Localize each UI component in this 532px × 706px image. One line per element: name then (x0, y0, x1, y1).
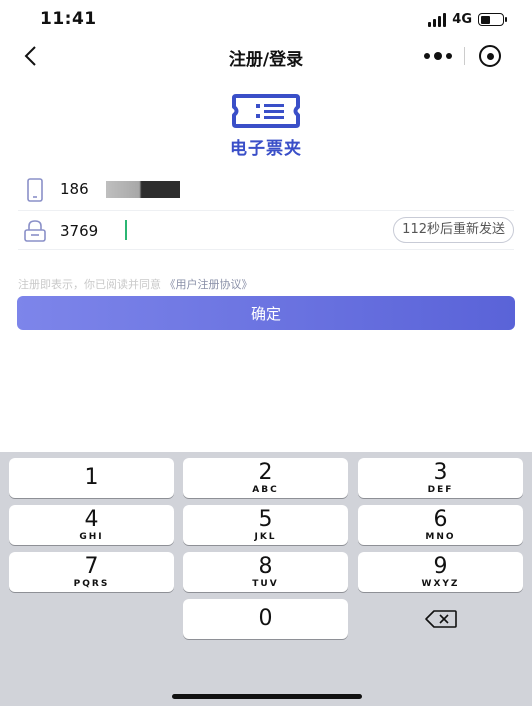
key-0[interactable]: 0 (183, 599, 348, 639)
status-bar: 11:41 4G (0, 0, 532, 40)
user-agreement-link[interactable]: 《用户注册协议》 (165, 278, 253, 291)
agreement-text: 注册即表示，你已阅读并同意 (18, 278, 161, 291)
phone-number-redaction (106, 181, 180, 198)
agreement-notice: 注册即表示，你已阅读并同意 《用户注册协议》 (18, 276, 253, 292)
phone-number-field[interactable]: 186 (60, 180, 89, 198)
key-2[interactable]: 2 ABC (183, 458, 348, 498)
status-indicators: 4G (428, 12, 507, 27)
ticket-folder-logo-icon (232, 94, 300, 128)
key-3[interactable]: 3 DEF (358, 458, 523, 498)
phone-row: 186 (18, 170, 514, 210)
signal-icon (428, 12, 447, 27)
resend-code-button[interactable]: 112秒后重新发送 (393, 217, 514, 243)
miniprogram-capsule (412, 40, 516, 72)
key-6[interactable]: 6 MNO (358, 505, 523, 545)
key-5[interactable]: 5 JKL (183, 505, 348, 545)
backspace-icon (424, 610, 457, 628)
verification-code-input[interactable] (60, 220, 210, 242)
code-row: 112秒后重新发送 (18, 210, 514, 250)
phone-icon (27, 178, 43, 202)
key-8[interactable]: 8 TUV (183, 552, 348, 592)
delete-key[interactable] (358, 599, 523, 639)
status-time: 11:41 (40, 9, 97, 29)
text-caret (125, 220, 127, 240)
confirm-button[interactable]: 确定 (17, 296, 515, 330)
nav-bar: 注册/登录 (0, 40, 532, 74)
app-name: 电子票夹 (230, 139, 302, 159)
lock-icon (24, 220, 46, 242)
more-dots-icon[interactable] (412, 40, 464, 72)
battery-icon (478, 13, 507, 26)
home-indicator[interactable] (172, 694, 362, 699)
network-type: 4G (452, 12, 472, 27)
key-7[interactable]: 7 PQRS (9, 552, 174, 592)
close-miniprogram-icon[interactable] (464, 40, 516, 72)
key-1[interactable]: 1 (9, 458, 174, 498)
key-4[interactable]: 4 GHI (9, 505, 174, 545)
numeric-keyboard: 1 2 ABC 3 DEF 4 GHI 5 JKL 6 MNO 7 PQRS 8… (0, 452, 532, 706)
key-9[interactable]: 9 WXYZ (358, 552, 523, 592)
